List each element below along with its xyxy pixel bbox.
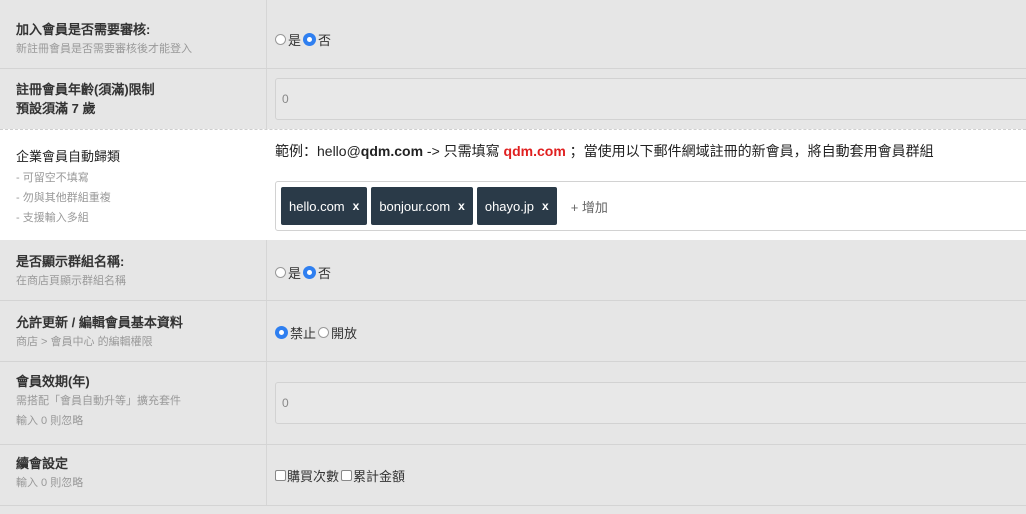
review-yes-radio[interactable]: 是	[275, 30, 301, 49]
setting-title: 加入會員是否需要審核:	[16, 22, 151, 37]
tag-remove-icon[interactable]: x	[542, 199, 549, 213]
setting-title: 續會設定	[16, 456, 69, 471]
setting-description-line2: 輸入 0 則忽略	[16, 415, 84, 427]
radio-unchecked-icon	[275, 34, 286, 45]
radio-checked-icon	[275, 326, 288, 339]
setting-title: 允許更新 / 編輯會員基本資料	[16, 315, 183, 330]
radio-label: 否	[318, 33, 332, 48]
setting-description: 商店 > 會員中心 的編輯權限	[16, 336, 153, 348]
checkbox-label: 購買次數	[287, 469, 340, 484]
setting-title-line2: 預設須滿 7 歲	[16, 101, 96, 116]
radio-unchecked-icon	[318, 327, 330, 338]
domain-tag: bonjour.com x	[371, 187, 473, 225]
radio-label: 禁止	[290, 326, 317, 341]
setting-label: 是否顯示群組名稱: 在商店頁顯示群組名稱	[16, 252, 261, 291]
note-item: - 勿與其他群組重複	[16, 192, 111, 204]
setting-label: 註冊會員年齡(須滿)限制 預設須滿 7 歲	[16, 80, 261, 118]
setting-description: 在商店頁顯示群組名稱	[16, 275, 126, 287]
example-text: 範例：hello@qdm.com -> 只需填寫 qdm.com ；當使用以下郵…	[275, 141, 1026, 161]
column-divider	[266, 0, 267, 68]
setting-label: 加入會員是否需要審核: 新註冊會員是否需要審核後才能登入	[16, 20, 261, 59]
radio-label: 否	[318, 266, 332, 281]
setting-row-validity: 會員效期(年) 需搭配「會員自動升等」擴充套件 輸入 0 則忽略 0	[0, 362, 1026, 445]
setting-title: 會員效期(年)	[16, 374, 90, 389]
tag-remove-icon[interactable]: x	[458, 199, 465, 213]
example-mid: -> 只需填寫	[423, 143, 504, 159]
add-tag-button[interactable]: + 增加	[571, 197, 608, 216]
show-group-radio-group: 是 否	[275, 263, 1026, 282]
setting-row-show-group: 是否顯示群組名稱: 在商店頁顯示群組名稱 是 否	[0, 240, 1026, 301]
setting-row-review: 加入會員是否需要審核: 新註冊會員是否需要審核後才能登入 是 否	[0, 0, 1026, 69]
setting-row-allow-update: 允許更新 / 編輯會員基本資料 商店 > 會員中心 的編輯權限 禁止 開放	[0, 301, 1026, 362]
setting-description: 輸入 0 則忽略	[16, 477, 84, 489]
radio-label: 是	[288, 266, 302, 281]
validity-years-input[interactable]: 0	[275, 382, 1026, 424]
example-highlight: qdm.com	[503, 143, 566, 159]
renew-purchase-count-checkbox[interactable]: 購買次數	[275, 466, 339, 485]
radio-unchecked-icon	[275, 267, 286, 278]
radio-label: 是	[288, 33, 302, 48]
review-no-radio[interactable]: 否	[303, 30, 331, 49]
domain-tag: ohayo.jp x	[476, 187, 557, 225]
setting-label: 企業會員自動歸類 - 可留空不填寫 - 勿與其他群組重複 - 支援輸入多組	[16, 146, 261, 228]
renew-checkbox-group: 購買次數 累計金額	[275, 466, 1026, 485]
checkbox-unchecked-icon	[275, 470, 286, 481]
tag-label: ohayo.jp	[484, 198, 534, 214]
setting-title: 企業會員自動歸類	[16, 149, 121, 164]
example-domain: qdm.com	[360, 143, 424, 159]
age-limit-input[interactable]: 0	[275, 78, 1026, 120]
checkbox-unchecked-icon	[341, 470, 353, 481]
setting-description: 新註冊會員是否需要審核後才能登入	[16, 43, 192, 55]
column-divider	[266, 240, 267, 300]
setting-label: 會員效期(年) 需搭配「會員自動升等」擴充套件 輸入 0 則忽略	[16, 372, 261, 431]
example-suffix: ；當使用以下郵件網域註冊的新會員，將自動套用會員群組	[569, 143, 934, 159]
tag-remove-icon[interactable]: x	[353, 199, 360, 213]
show-group-yes-radio[interactable]: 是	[275, 263, 301, 282]
setting-title: 註冊會員年齡(須滿)限制	[16, 82, 155, 97]
setting-row-renew: 續會設定 輸入 0 則忽略 購買次數 累計金額	[0, 445, 1026, 506]
column-divider	[266, 69, 267, 129]
domain-tag: hello.com x	[281, 187, 368, 225]
domain-tags-input[interactable]: hello.com x bonjour.com x ohayo.jp x + 增加	[275, 181, 1026, 231]
tag-label: hello.com	[289, 198, 345, 214]
allow-update-deny-radio[interactable]: 禁止	[275, 323, 316, 342]
column-divider	[266, 362, 267, 444]
column-divider	[266, 301, 267, 361]
setting-title: 是否顯示群組名稱:	[16, 254, 125, 269]
radio-checked-icon	[303, 266, 317, 279]
setting-label: 續會設定 輸入 0 則忽略	[16, 454, 261, 493]
tag-label: bonjour.com	[379, 198, 451, 214]
review-radio-group: 是 否	[275, 30, 1026, 49]
radio-checked-icon	[303, 33, 317, 46]
note-item: - 可留空不填寫	[16, 172, 89, 184]
checkbox-label: 累計金額	[353, 469, 406, 484]
column-divider	[266, 445, 267, 505]
renew-total-amount-checkbox[interactable]: 累計金額	[341, 466, 405, 485]
setting-description: 需搭配「會員自動升等」擴充套件	[16, 395, 181, 407]
example-prefix: 範例：hello@	[275, 143, 361, 159]
allow-update-radio-group: 禁止 開放	[275, 323, 1026, 342]
allow-update-open-radio[interactable]: 開放	[318, 323, 357, 342]
setting-row-auto-group: 企業會員自動歸類 - 可留空不填寫 - 勿與其他群組重複 - 支援輸入多組 範例…	[0, 129, 1026, 241]
radio-label: 開放	[331, 326, 358, 341]
setting-row-age: 註冊會員年齡(須滿)限制 預設須滿 7 歲 0	[0, 69, 1026, 130]
note-item: - 支援輸入多組	[16, 212, 89, 224]
show-group-no-radio[interactable]: 否	[303, 263, 331, 282]
setting-label: 允許更新 / 編輯會員基本資料 商店 > 會員中心 的編輯權限	[16, 313, 261, 352]
